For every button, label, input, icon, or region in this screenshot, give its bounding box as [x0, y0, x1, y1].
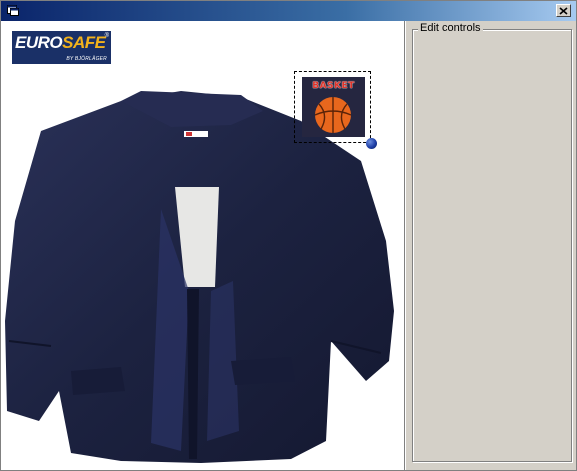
- registered-mark: ®: [104, 33, 109, 39]
- close-icon: [559, 6, 568, 15]
- patch-text: BASKET: [312, 81, 355, 91]
- brand-wordmark: EUROSAFE: [15, 33, 106, 53]
- brand-part-euro: EURO: [15, 33, 63, 52]
- design-canvas[interactable]: EUROSAFE ® BY BJÖRLÄGER BASKET: [1, 21, 404, 470]
- app-window: EUROSAFE ® BY BJÖRLÄGER BASKET Edit cont…: [0, 0, 577, 471]
- edit-controls-group: [412, 29, 572, 462]
- edit-controls-label: Edit controls: [418, 22, 483, 34]
- basket-patch[interactable]: BASKET: [302, 77, 365, 137]
- pane-splitter[interactable]: [404, 21, 406, 470]
- app-window-icon: [7, 5, 19, 16]
- brand-tagline: BY BJÖRLÄGER: [66, 56, 107, 62]
- resize-handle-icon[interactable]: [366, 138, 377, 149]
- title-bar[interactable]: [1, 1, 576, 21]
- jacket-image: [5, 91, 394, 463]
- brand-logo: EUROSAFE ® BY BJÖRLÄGER: [12, 31, 111, 64]
- brand-part-safe: SAFE: [62, 33, 106, 52]
- close-button[interactable]: [556, 4, 571, 17]
